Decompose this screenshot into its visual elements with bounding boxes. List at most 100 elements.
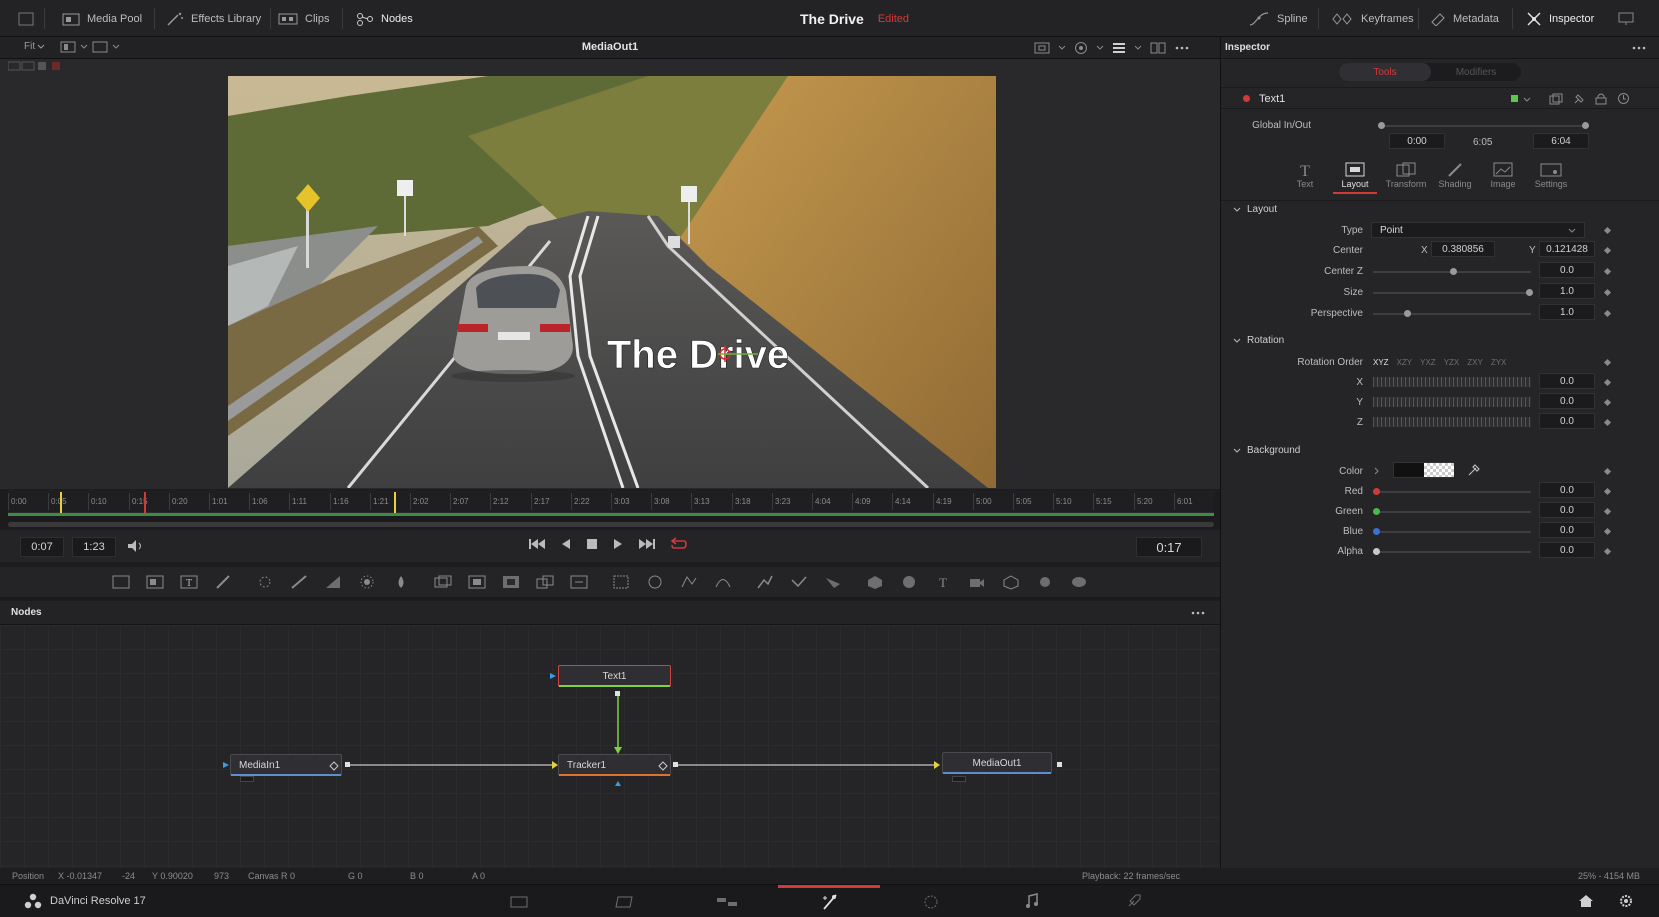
rotation-order-yzx[interactable]: YZX — [1444, 358, 1460, 367]
tracker-tool-button[interactable] — [756, 574, 774, 590]
transform-tool-button[interactable] — [536, 574, 554, 590]
fairlight-page-button[interactable] — [1024, 893, 1040, 909]
center-x-field[interactable]: 0.380856 — [1431, 241, 1495, 257]
play-reverse-icon[interactable] — [560, 537, 572, 551]
rotation-y-jog[interactable] — [1373, 397, 1531, 407]
subtab-layout[interactable]: Layout — [1333, 161, 1377, 194]
polygon-mask-button[interactable] — [680, 574, 698, 590]
in-point-marker[interactable] — [60, 492, 62, 513]
view-toggle-icon[interactable] — [329, 761, 339, 771]
perspective-field[interactable]: 1.0 — [1539, 304, 1595, 320]
rotation-order-xyz[interactable]: XYZ — [1373, 358, 1389, 367]
chevron-down-icon[interactable] — [1523, 96, 1531, 104]
gradient-tool-button[interactable] — [290, 574, 308, 590]
audio-button[interactable] — [126, 539, 144, 553]
renderer3d-tool-button[interactable] — [1002, 574, 1020, 590]
rotation-z-jog[interactable] — [1373, 417, 1531, 427]
tool-color-swatch[interactable] — [1511, 95, 1518, 102]
alpha-slider[interactable] — [1373, 551, 1531, 553]
blue-slider[interactable] — [1373, 531, 1531, 533]
size-knob[interactable] — [1526, 289, 1533, 296]
merge-tool-button[interactable] — [434, 574, 452, 590]
resize-tool-button[interactable] — [570, 574, 588, 590]
deliver-page-button[interactable] — [1126, 893, 1142, 909]
color-page-button[interactable] — [922, 894, 940, 910]
center-z-field[interactable]: 0.0 — [1539, 262, 1595, 278]
matte-control-button[interactable] — [502, 574, 520, 590]
subtab-settings[interactable]: Settings — [1529, 161, 1573, 189]
ellipse-mask-button[interactable] — [646, 574, 664, 590]
spline-button[interactable]: Spline — [1248, 0, 1308, 37]
rotation-order-xzy[interactable]: XZY — [1397, 358, 1413, 367]
go-to-end-icon[interactable] — [638, 537, 656, 551]
edit-page-button[interactable] — [716, 895, 738, 909]
home-button[interactable] — [1578, 894, 1594, 908]
chevron-right-icon[interactable] — [1373, 467, 1381, 475]
layout-section-header[interactable]: Layout — [1233, 204, 1277, 215]
fullscreen-button[interactable] — [1618, 0, 1634, 37]
red-field[interactable]: 0.0 — [1539, 482, 1595, 498]
text3d-tool-button[interactable] — [900, 574, 918, 590]
lock-icon[interactable] — [1595, 92, 1607, 105]
green-field[interactable]: 0.0 — [1539, 502, 1595, 518]
media-pool-button[interactable]: Media Pool — [62, 0, 142, 37]
color-corrector-button[interactable] — [324, 574, 342, 590]
bspline-mask-button[interactable] — [714, 574, 732, 590]
global-in-field[interactable]: 0:00 — [1389, 133, 1445, 149]
rotation-x-jog[interactable] — [1373, 377, 1531, 387]
node-mediain1[interactable]: MediaIn1 — [230, 754, 342, 776]
rotation-order-zxy[interactable]: ZXY — [1467, 358, 1483, 367]
more-options-icon[interactable] — [1631, 43, 1647, 53]
media-page-button[interactable] — [510, 895, 528, 909]
subtab-transform[interactable]: Transform — [1381, 161, 1431, 189]
rotation-order-keyframe-icon[interactable] — [1603, 358, 1612, 367]
playhead[interactable] — [144, 492, 146, 513]
background-section-header[interactable]: Background — [1233, 445, 1300, 456]
camera3d-tool-button[interactable] — [968, 574, 986, 590]
shape3d-tool-button[interactable] — [866, 574, 884, 590]
text-tool-button[interactable]: T — [180, 574, 198, 590]
cut-page-button[interactable] — [614, 895, 636, 909]
perspective-keyframe-icon[interactable] — [1603, 309, 1612, 318]
subtab-image[interactable]: Image — [1483, 161, 1523, 189]
pin-icon[interactable] — [1573, 93, 1585, 105]
particles-tool-button[interactable] — [256, 574, 274, 590]
loop-icon[interactable] — [670, 537, 688, 551]
blur-tool-button[interactable] — [392, 574, 410, 590]
versions-icon[interactable] — [1549, 93, 1563, 105]
brush-tool-button[interactable] — [214, 574, 232, 590]
blue-knob[interactable] — [1373, 528, 1380, 535]
eyedropper-icon[interactable] — [1467, 463, 1481, 477]
center-z-keyframe-icon[interactable] — [1603, 267, 1612, 276]
rotation-order-zyx[interactable]: ZYX — [1491, 358, 1507, 367]
merge3d-tool-button[interactable]: T — [934, 574, 952, 590]
green-knob[interactable] — [1373, 508, 1380, 515]
tab-modifiers[interactable]: Modifiers — [1431, 63, 1521, 81]
image-plane-tool-button[interactable] — [1070, 574, 1088, 590]
red-knob[interactable] — [1373, 488, 1380, 495]
rectangle-mask-button[interactable] — [612, 574, 630, 590]
clips-button[interactable]: Clips — [278, 0, 329, 37]
planar-tracker-button[interactable] — [790, 574, 808, 590]
light3d-tool-button[interactable] — [1036, 574, 1054, 590]
subtab-text[interactable]: T Text — [1287, 161, 1323, 189]
green-slider[interactable] — [1373, 511, 1531, 513]
blue-field[interactable]: 0.0 — [1539, 522, 1595, 538]
rotation-y-keyframe-icon[interactable] — [1603, 398, 1612, 407]
nodes-options-button[interactable] — [1190, 608, 1206, 618]
subtab-shading[interactable]: Shading — [1433, 161, 1477, 189]
rotation-order-yxz[interactable]: YXZ — [1420, 358, 1436, 367]
view-toggle-icon[interactable] — [658, 761, 668, 771]
tool-enable-dot[interactable] — [1243, 95, 1250, 102]
reset-icon[interactable] — [1617, 92, 1630, 105]
node-mediaout1[interactable]: MediaOut1 — [942, 752, 1052, 774]
play-icon[interactable] — [612, 537, 624, 551]
effects-library-button[interactable]: Effects Library — [166, 0, 261, 37]
rotation-section-header[interactable]: Rotation — [1233, 335, 1284, 346]
inspector-button[interactable]: Inspector — [1526, 0, 1594, 37]
alpha-keyframe-icon[interactable] — [1603, 547, 1612, 556]
paint-tool-button[interactable] — [146, 574, 164, 590]
go-to-start-icon[interactable] — [528, 537, 546, 551]
color-swatch[interactable] — [1393, 462, 1454, 478]
nodes-button[interactable]: Nodes — [356, 0, 413, 37]
